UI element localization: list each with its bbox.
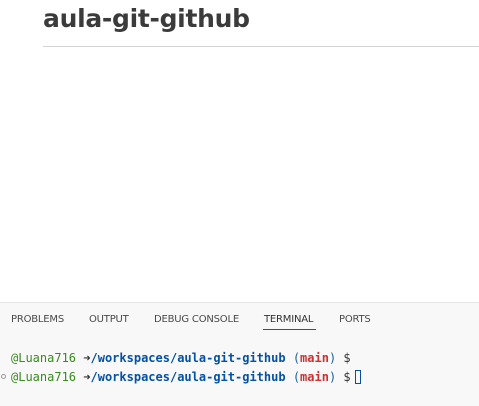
command-decoration-icon[interactable]	[1, 374, 6, 379]
page-title: aula-git-github	[43, 4, 250, 33]
prompt-branch: main	[300, 351, 329, 365]
terminal-output[interactable]: @Luana716 ➜/workspaces/aula-git-github (…	[0, 349, 479, 387]
title-divider	[43, 46, 479, 47]
prompt-paren-close: )	[328, 370, 337, 384]
panel-tabs: PROBLEMS OUTPUT DEBUG CONSOLE TERMINAL P…	[0, 303, 479, 339]
prompt-path: /workspaces/aula-git-github	[90, 370, 286, 384]
prompt-branch: main	[300, 370, 329, 384]
prompt-symbol: $	[343, 370, 351, 384]
tab-problems[interactable]: PROBLEMS	[11, 314, 64, 325]
terminal-line: @Luana716 ➜/workspaces/aula-git-github (…	[0, 349, 479, 368]
tab-output[interactable]: OUTPUT	[89, 314, 129, 325]
prompt-arrow-icon: ➜	[83, 370, 91, 384]
terminal-cursor[interactable]	[354, 370, 361, 384]
prompt-paren-open: (	[292, 351, 301, 365]
tab-ports[interactable]: PORTS	[339, 314, 371, 325]
tab-terminal[interactable]: TERMINAL	[264, 314, 313, 325]
bottom-panel: PROBLEMS OUTPUT DEBUG CONSOLE TERMINAL P…	[0, 302, 479, 406]
prompt-path: /workspaces/aula-git-github	[90, 351, 286, 365]
prompt-paren-open: (	[292, 370, 301, 384]
prompt-user: @Luana716	[11, 370, 77, 384]
terminal-line: @Luana716 ➜/workspaces/aula-git-github (…	[0, 368, 479, 387]
active-tab-indicator	[263, 329, 316, 330]
prompt-user: @Luana716	[11, 351, 77, 365]
prompt-paren-close: )	[328, 351, 337, 365]
prompt-symbol: $	[343, 351, 351, 365]
markdown-preview: aula-git-github	[0, 0, 479, 302]
tab-debug-console[interactable]: DEBUG CONSOLE	[154, 314, 239, 325]
prompt-arrow-icon: ➜	[83, 351, 91, 365]
